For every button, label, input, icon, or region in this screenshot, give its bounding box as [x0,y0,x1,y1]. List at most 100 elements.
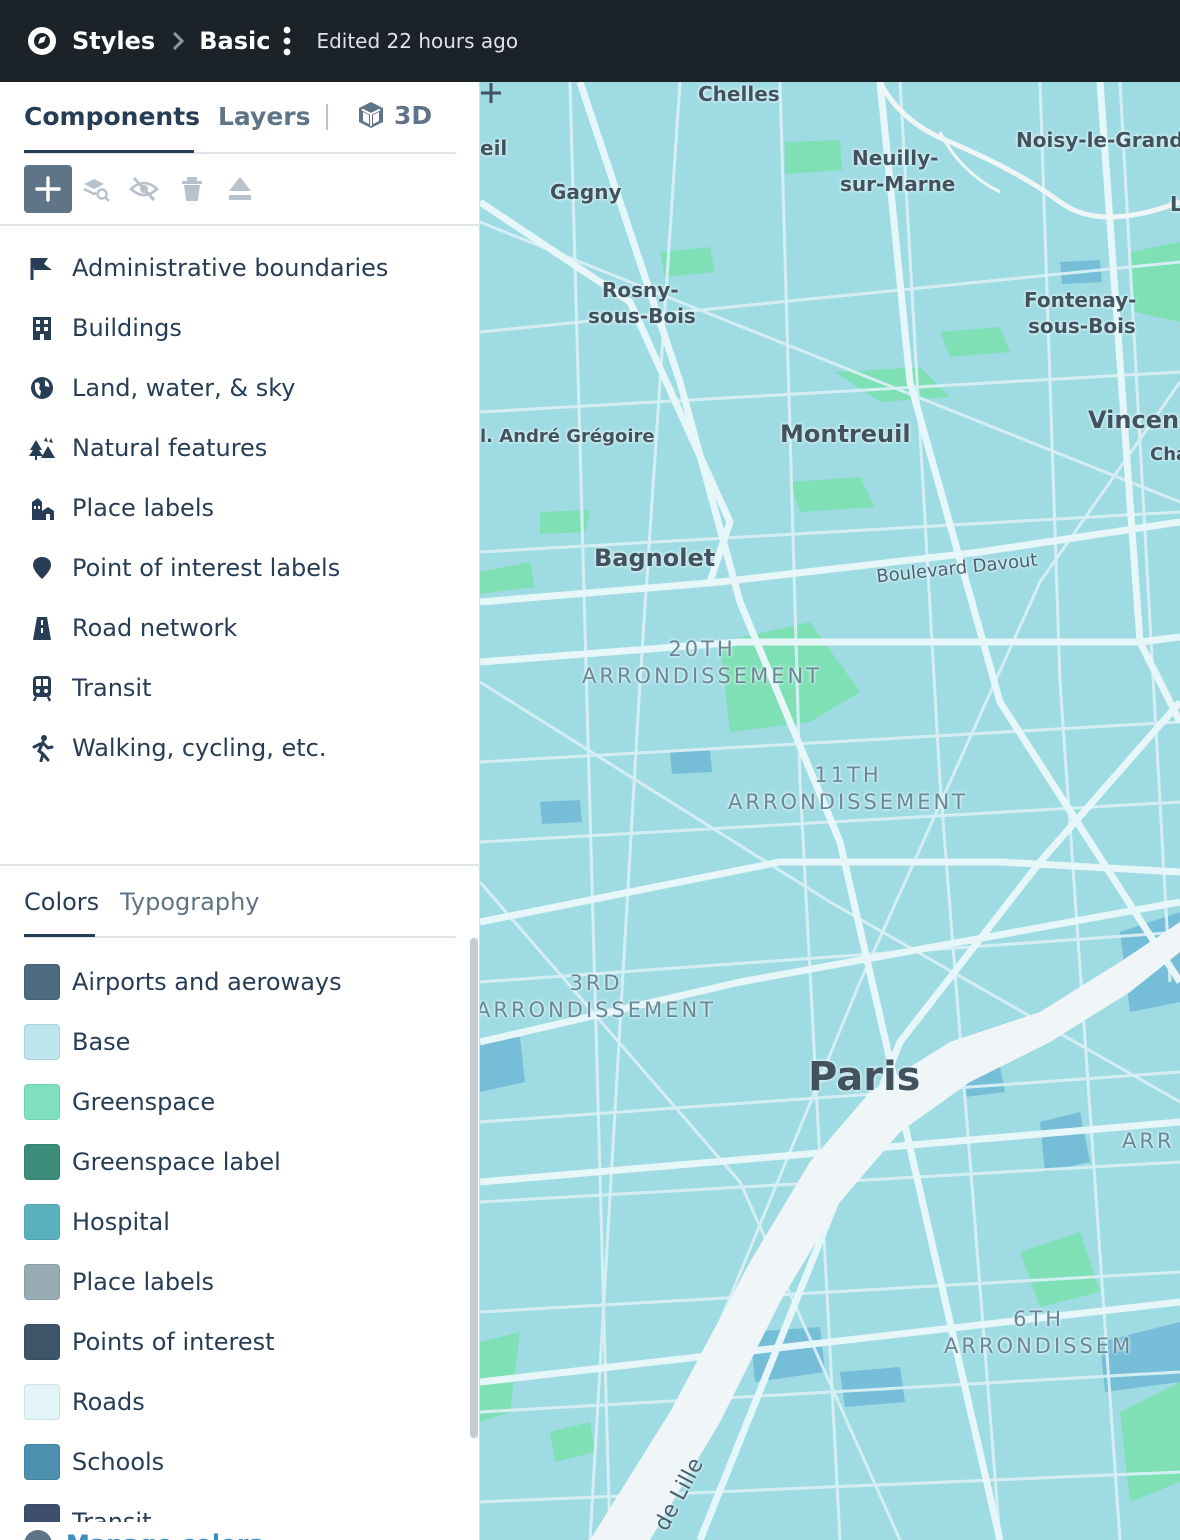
tab-layers[interactable]: Layers [218,102,311,131]
pedestrian-icon [32,735,54,762]
tab-colors[interactable]: Colors [24,888,99,916]
sidebar: Components Layers 3D Administrative boun… [0,82,480,1540]
color-item-points-of-interest[interactable]: Points of interest [0,1312,468,1372]
toolbar-divider [0,224,480,226]
arr20-line1: 20TH [668,637,736,661]
map-label-bagnolet: Bagnolet [594,544,716,572]
color-swatch[interactable] [24,1324,60,1360]
eye-off-icon [129,176,159,202]
road-icon [33,617,51,640]
component-item-admin-boundaries[interactable]: Administrative boundaries [0,238,480,298]
color-swatch[interactable] [24,1144,60,1180]
sidebar-tabs: Components Layers 3D [24,82,456,154]
color-item-place-labels[interactable]: Place labels [0,1252,468,1312]
delete-button[interactable] [168,165,216,213]
map-label-rosny-line1: Rosny- [602,278,679,302]
map-label-edge-l: L [1170,192,1180,216]
color-swatch[interactable] [24,1084,60,1120]
map-label-20th-arrondissement: 20TH ARRONDISSEMENT [582,636,822,690]
map-label-fontenay-line1: Fontenay- [1024,288,1137,312]
component-item-transit[interactable]: Transit [0,658,480,718]
component-item-walking-cycling[interactable]: Walking, cycling, etc. [0,718,480,778]
map-label-3rd-arrondissement: 3RD ARRONDISSEMENT [480,970,716,1024]
search-layers-button[interactable] [72,165,120,213]
scrollbar-thumb[interactable] [470,938,478,1438]
map-pin-icon [33,557,51,579]
component-item-place-labels[interactable]: Place labels [0,478,480,538]
map-label-chelles: Chelles [698,82,780,106]
component-label: Transit [72,674,152,702]
map-label-paris: Paris [808,1054,921,1100]
map-label-neuilly-line1: Neuilly- [852,146,939,170]
color-item-greenspace[interactable]: Greenspace [0,1072,468,1132]
color-swatch[interactable] [24,964,60,1000]
tab-typography[interactable]: Typography [120,888,260,916]
map-label-andre-gregoire: l. André Grégoire [480,426,655,447]
arr6-line1: 6TH [1013,1307,1065,1331]
component-label: Land, water, & sky [72,374,296,402]
color-label: Schools [72,1448,165,1476]
tab-3d[interactable]: 3D [356,100,432,130]
color-list-scrollbar[interactable] [468,938,480,1438]
color-label: Greenspace [72,1088,216,1116]
add-component-button[interactable] [24,165,72,213]
map-label-fontenay-line2: sous-Bois [1028,314,1136,338]
breadcrumb-current-style[interactable]: Basic [199,27,270,55]
map-canvas[interactable]: Chelles Noisy-le-Grand Neuilly- sur-Marn… [480,82,1180,1540]
tab-components[interactable]: Components [24,102,200,131]
component-item-poi-labels[interactable]: Point of interest labels [0,538,480,598]
color-swatch[interactable] [24,1204,60,1240]
arr11-line1: 11TH [814,763,882,787]
color-item-transit[interactable]: Transit [0,1492,468,1522]
color-list: Airports and aeroways Base Greenspace Gr… [0,952,468,1522]
active-tab-indicator [24,150,194,153]
top-bar: Styles Basic Edited 22 hours ago [0,0,1180,82]
color-label: Points of interest [72,1328,275,1356]
color-item-greenspace-label[interactable]: Greenspace label [0,1132,468,1192]
plus-icon [35,176,61,202]
arr6-line2: ARRONDISSEM [944,1334,1134,1358]
color-swatch[interactable] [24,1504,60,1522]
color-item-hospital[interactable]: Hospital [0,1192,468,1252]
arr20-line2: ARRONDISSEMENT [582,664,823,688]
manage-colors-link[interactable]: Manage colors [24,1530,263,1540]
component-item-road-network[interactable]: Road network [0,598,480,658]
color-swatch[interactable] [24,1444,60,1480]
color-swatch[interactable] [24,1024,60,1060]
cube-icon [359,102,383,128]
component-item-buildings[interactable]: Buildings [0,298,480,358]
color-swatch[interactable] [24,1384,60,1420]
components-toolbar [24,165,264,213]
map-label-eil: eil [480,136,508,160]
hide-button[interactable] [120,165,168,213]
arr3-line1: 3RD [569,971,623,995]
color-item-base[interactable]: Base [0,1012,468,1072]
component-label: Point of interest labels [72,554,341,582]
map-label-gagny: Gagny [550,180,622,204]
eject-button[interactable] [216,165,264,213]
color-item-airports[interactable]: Airports and aeroways [0,952,468,1012]
map-marker-plus-icon [481,83,501,103]
component-item-land-water-sky[interactable]: Land, water, & sky [0,358,480,418]
globe-icon [31,377,53,399]
breadcrumb-styles[interactable]: Styles [72,27,155,55]
color-label: Place labels [72,1268,214,1296]
color-label: Roads [72,1388,145,1416]
info-icon [24,1530,52,1540]
color-item-schools[interactable]: Schools [0,1432,468,1492]
color-item-roads[interactable]: Roads [0,1372,468,1432]
manage-colors-label: Manage colors [66,1530,263,1540]
chevron-right-icon [173,31,185,51]
mapbox-logo-icon[interactable] [26,25,58,57]
map-label-arr-edge: ARR [1122,1129,1175,1153]
eject-icon [229,177,251,200]
more-options-icon[interactable] [282,26,292,56]
building-icon [33,317,51,340]
train-icon [32,676,52,702]
style-tabs: Colors Typography [24,866,456,938]
component-item-natural-features[interactable]: Natural features [0,418,480,478]
component-label: Administrative boundaries [72,254,389,282]
color-swatch[interactable] [24,1264,60,1300]
map-label-noisy-le-grand: Noisy-le-Grand [1016,128,1180,152]
color-label: Base [72,1028,131,1056]
